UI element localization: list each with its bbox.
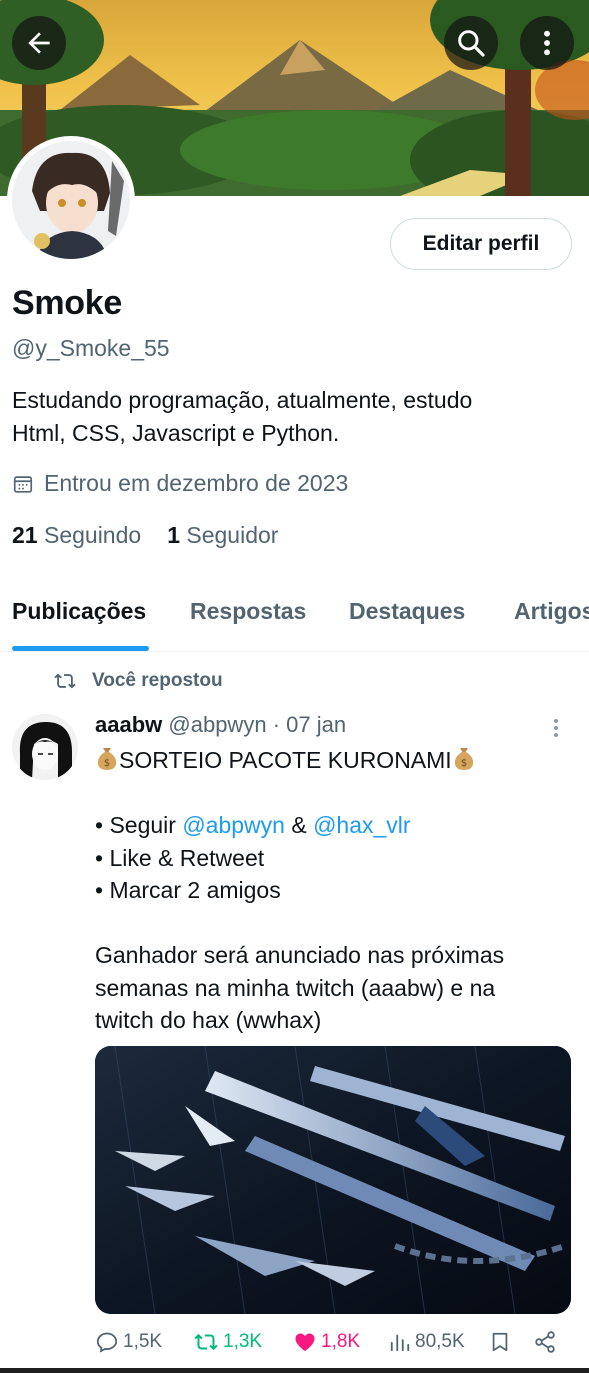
views-count: 80,5K [415,1331,465,1352]
followers-link[interactable]: 1 Seguidor [167,522,278,549]
tab-artigos[interactable]: Artigos [514,598,589,625]
follow-stats: 21 Seguindo 1 Seguidor [12,522,278,549]
back-button[interactable] [12,16,66,70]
money-bag-icon: $ [97,748,117,770]
views-button[interactable]: 80,5K [389,1330,465,1354]
post-author-avatar[interactable] [12,714,78,780]
like-button[interactable]: 1,8K [293,1330,360,1354]
post-body: $ SORTEIO PACOTE KURONAMI $ • Seguir @ab… [95,744,565,1037]
post-more-button[interactable] [548,716,564,745]
post-actions: 1,5K 1,3K 1,8K 80,5K [95,1330,571,1362]
mention-hax-vlr[interactable]: @hax_vlr [313,812,411,838]
weapon-skin-artwork [95,1046,571,1314]
author-avatar-image [12,714,78,780]
post-author-name[interactable]: aaabw [95,712,162,737]
repost-count: 1,3K [223,1331,263,1352]
bookmark-button[interactable] [489,1330,511,1354]
post-header: aaabw @abpwyn · 07 jan [95,712,346,738]
bookmark-icon [492,1332,508,1352]
post-image[interactable] [95,1046,571,1314]
post-bullet-tag: • Marcar 2 amigos [95,877,281,903]
calendar-icon [13,475,33,493]
svg-text:$: $ [104,758,110,769]
post-title: SORTEIO PACOTE KURONAMI [119,747,452,773]
profile-handle: @y_Smoke_55 [12,335,170,361]
repost-icon [194,1333,218,1351]
bullet-follow-mid: & [284,812,314,838]
tab-destaques[interactable]: Destaques [349,598,465,625]
post-title-line: $ SORTEIO PACOTE KURONAMI $ [95,744,565,777]
bio-line: Html, CSS, Javascript e Python. [12,420,340,446]
followers-label: Seguidor [186,522,279,548]
following-count: 21 [12,522,38,548]
joined-text: Entrou em dezembro de 2023 [44,470,349,496]
following-label: Seguindo [43,522,142,548]
repost-button[interactable]: 1,3K [193,1330,262,1354]
bullet-follow-prefix: • Seguir [95,812,183,838]
edit-profile-button[interactable]: Editar perfil [390,218,572,270]
bio-line: Estudando programação, atualmente, estud… [12,387,473,413]
profile-bio: Estudando programação, atualmente, estud… [12,384,572,450]
tab-respostas[interactable]: Respostas [190,598,306,625]
arrow-left-icon [28,32,50,54]
post-paragraph-line: semanas na minha twitch (aaabw) e na [95,974,496,1001]
post-paragraph-line: twitch do hax (wwhax) [95,1007,322,1033]
avatar-image [12,141,130,259]
repost-icon [54,673,76,689]
profile-display-name: Smoke [12,284,122,322]
more-vertical-icon [544,30,550,56]
more-vertical-icon [554,719,558,737]
system-navigation-bar [0,1368,589,1373]
heart-filled-icon [295,1333,315,1351]
joined-date: Entrou em dezembro de 2023 [12,470,348,497]
reply-icon [96,1332,118,1353]
post-bullet-follow: • Seguir @abpwyn & @hax_vlr [95,809,565,842]
like-count: 1,8K [321,1331,361,1352]
search-button[interactable] [444,16,498,70]
tab-publicacoes[interactable]: Publicações [12,598,146,625]
views-chart-icon [390,1334,410,1352]
profile-tabs: Publicações Respostas Destaques Artigos [0,580,589,652]
followers-count: 1 [167,522,180,548]
profile-avatar[interactable] [7,136,135,264]
reply-count: 1,5K [123,1331,163,1352]
repost-indicator: Você repostou [52,670,223,692]
post-bullet-like: • Like & Retweet [95,844,265,871]
share-button[interactable] [533,1330,557,1354]
more-options-button[interactable] [520,16,574,70]
post-date[interactable]: · 07 jan [273,712,346,737]
post-author-handle[interactable]: @abpwyn [168,712,266,737]
search-icon [458,30,485,57]
active-tab-indicator [12,646,149,651]
post-paragraph-line: Ganhador será anunciado nas próximas [95,942,505,968]
reply-button[interactable]: 1,5K [95,1330,162,1354]
share-icon [535,1331,555,1353]
money-bag-icon: $ [454,748,473,770]
repost-label: Você repostou [92,670,223,691]
mention-abpwyn[interactable]: @abpwyn [182,812,285,838]
following-link[interactable]: 21 Seguindo [12,522,141,549]
svg-text:$: $ [461,758,467,769]
